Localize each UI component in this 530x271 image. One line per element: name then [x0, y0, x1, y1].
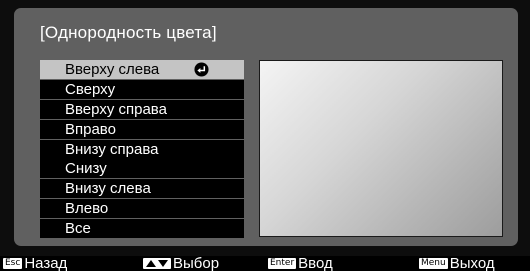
- menu-item-bottom-left[interactable]: Внизу слева: [40, 179, 244, 199]
- menu-item-label: Снизу: [65, 160, 107, 178]
- hint-exit-label: Выход: [449, 255, 495, 271]
- hint-back[interactable]: Esc Назад: [3, 256, 67, 271]
- area-menu: Вверху слева Сверху Вверху справа Вправо…: [40, 60, 244, 239]
- hint-back-label: Назад: [24, 255, 68, 271]
- menu-item-label: Внизу слева: [65, 180, 151, 198]
- hint-exit[interactable]: Menu Выход: [419, 256, 495, 271]
- dialog-title: [Однородность цвета]: [40, 23, 217, 42]
- enter-arrow-icon: [194, 62, 209, 77]
- menu-item-bottom[interactable]: Снизу: [40, 159, 244, 179]
- menu-item-label: Все: [65, 220, 91, 238]
- menu-item-label: Сверху: [65, 80, 116, 98]
- menu-item-all[interactable]: Все: [40, 219, 244, 239]
- enter-key-icon: Enter: [268, 258, 297, 269]
- menu-item-left[interactable]: Влево: [40, 199, 244, 219]
- menu-key-icon: Menu: [419, 258, 448, 269]
- menu-item-top[interactable]: Сверху: [40, 79, 244, 99]
- menu-item-right[interactable]: Вправо: [40, 119, 244, 139]
- menu-item-top-right[interactable]: Вверху справа: [40, 99, 244, 119]
- area-preview: [259, 60, 503, 237]
- hint-enter[interactable]: Enter Ввод: [268, 256, 333, 271]
- hint-select-label: Выбор: [173, 255, 220, 271]
- hint-select[interactable]: Выбор: [143, 256, 219, 271]
- menu-item-label: Внизу справа: [65, 140, 159, 158]
- menu-item-label: Влево: [65, 200, 109, 218]
- up-down-arrows-icon: [143, 258, 171, 269]
- menu-item-label: Вверху слева: [65, 61, 160, 78]
- esc-key-icon: Esc: [3, 258, 23, 269]
- menu-item-bottom-right[interactable]: Внизу справа: [40, 139, 244, 159]
- menu-item-label: Вправо: [65, 120, 116, 138]
- key-hint-bar: Esc Назад Выбор Enter Ввод Menu Выход: [0, 256, 530, 271]
- menu-item-label: Вверху справа: [65, 100, 167, 118]
- menu-item-top-left[interactable]: Вверху слева: [40, 60, 244, 79]
- hint-enter-label: Ввод: [298, 255, 333, 271]
